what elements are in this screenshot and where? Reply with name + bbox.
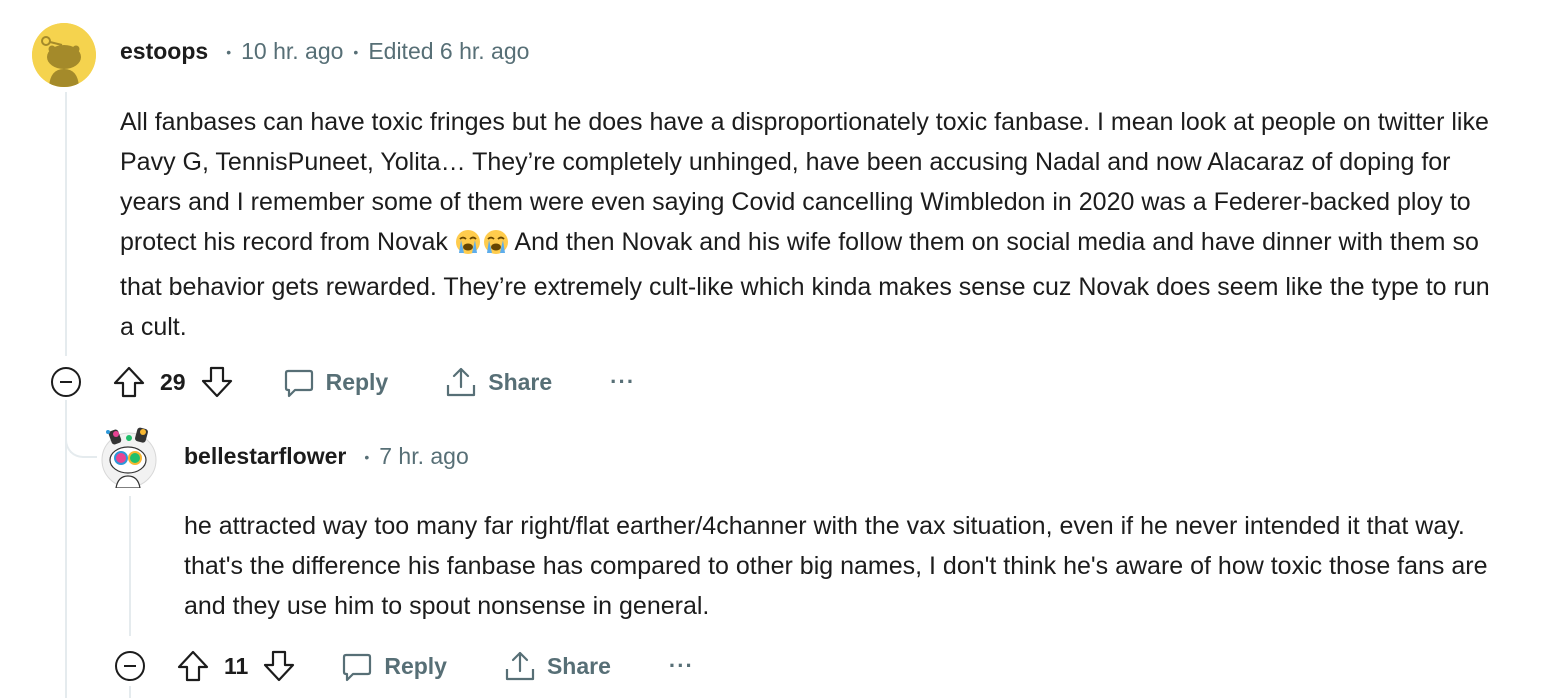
share-icon: [444, 365, 478, 399]
reply-label: Reply: [325, 368, 389, 395]
share-label: Share: [546, 652, 611, 679]
timestamp[interactable]: 10 hr. ago: [241, 38, 343, 65]
username-link[interactable]: bellestarflower: [184, 443, 346, 470]
reply-label: Reply: [384, 652, 447, 679]
comment-meta-2: bellestarflower • 7 hr. ago: [184, 443, 469, 470]
comment-bubble-icon: [282, 365, 316, 399]
thread-line-reply-lower: [129, 686, 131, 698]
snoo-avatar-icon: [32, 23, 96, 87]
share-button[interactable]: Share: [503, 649, 611, 683]
comment-actions-2: 11 Reply Share ···: [114, 646, 694, 686]
meta-separator: •: [353, 43, 359, 60]
vote-count: 11: [224, 652, 249, 679]
comment-actions-1: 29 Reply Share ···: [50, 362, 635, 402]
comment-body-1: All fanbases can have toxic fringes but …: [120, 102, 1510, 347]
downvote-icon[interactable]: [262, 649, 296, 683]
timestamp[interactable]: 7 hr. ago: [379, 443, 469, 470]
thread-connector: [65, 410, 97, 458]
loudly-crying-face-icon: [455, 227, 509, 267]
upvote-icon[interactable]: [112, 365, 146, 399]
comment-meta-1: estoops • 10 hr. ago • Edited 6 hr. ago: [120, 38, 529, 65]
snoo-avatar-icon: [101, 427, 157, 488]
reply-button[interactable]: Reply: [340, 649, 447, 683]
meta-separator: •: [226, 43, 232, 60]
more-options-button[interactable]: ···: [669, 653, 694, 679]
comment-body-2: he attracted way too many far right/flat…: [184, 512, 1488, 620]
thread-line-reply: [129, 496, 131, 636]
edited-label: Edited 6 hr. ago: [368, 38, 530, 64]
collapse-icon[interactable]: [50, 366, 82, 398]
more-options-button[interactable]: ···: [610, 369, 635, 395]
vote-count: 29: [160, 368, 186, 395]
downvote-icon[interactable]: [200, 365, 234, 399]
share-label: Share: [488, 368, 553, 395]
thread-line-main: [65, 92, 67, 356]
collapse-icon[interactable]: [114, 650, 146, 682]
avatar-bellestarflower[interactable]: [100, 424, 158, 488]
meta-separator: •: [364, 448, 370, 465]
username-link[interactable]: estoops: [120, 38, 208, 65]
share-icon: [503, 649, 537, 683]
comment-bubble-icon: [340, 649, 374, 683]
share-button[interactable]: Share: [444, 365, 552, 399]
avatar-estoops[interactable]: [32, 23, 96, 87]
upvote-icon[interactable]: [176, 649, 210, 683]
reply-button[interactable]: Reply: [282, 365, 389, 399]
